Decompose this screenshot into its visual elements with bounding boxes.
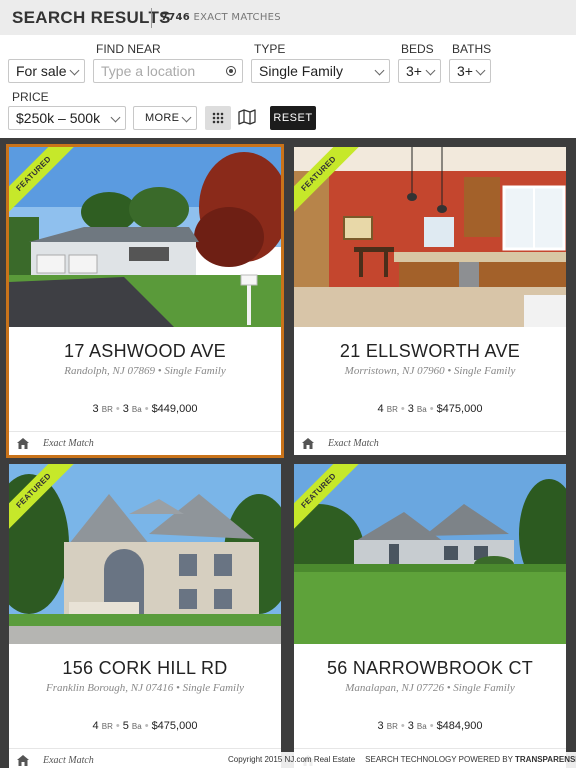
- listing-stats: 4 BR • 3 Ba • $475,000: [294, 403, 566, 415]
- beds-count: 4: [377, 403, 384, 415]
- listing-address: 21 ELLSWORTH AVE: [339, 341, 521, 361]
- listing-photo[interactable]: FEATURED: [294, 147, 566, 327]
- baths-unit: Ba: [131, 405, 142, 414]
- listing-card[interactable]: FEATURED 56 NARROWBROOK CT Manalapan, NJ…: [294, 464, 566, 768]
- beds-unit: BR: [386, 722, 398, 731]
- result-count: 7746 EXACT MATCHES: [161, 12, 281, 23]
- listing-card[interactable]: FEATURED 17 ASHWOOD AVE Randolph, NJ 078…: [9, 147, 281, 455]
- beds-count: 3: [377, 720, 384, 732]
- separator: •: [429, 720, 434, 732]
- baths-count: 3: [122, 403, 129, 415]
- beds-select[interactable]: 3+: [398, 59, 441, 83]
- listing-price: $475,000: [436, 403, 483, 415]
- footer-credits: Copyright 2015 NJ.com Real Estate SEARCH …: [224, 752, 576, 768]
- listing-price: $475,000: [151, 720, 198, 732]
- grid-view-button[interactable]: [205, 106, 231, 130]
- chevron-down-icon: [374, 65, 385, 76]
- find-near-label: FIND NEAR: [96, 42, 161, 56]
- map-icon: [238, 109, 256, 125]
- match-label: Exact Match: [43, 438, 94, 449]
- baths-value: 3+: [457, 63, 473, 79]
- map-view-button[interactable]: [238, 109, 256, 125]
- chevron-down-icon: [475, 65, 486, 76]
- powered-by-brand[interactable]: TRANSPARENSEE: [515, 755, 576, 764]
- results-grid: FEATURED 17 ASHWOOD AVE Randolph, NJ 078…: [0, 138, 576, 768]
- baths-unit: Ba: [131, 722, 142, 731]
- listing-photo[interactable]: FEATURED: [9, 464, 281, 644]
- more-label: MORE: [145, 112, 180, 124]
- beds-count: 3: [92, 403, 99, 415]
- separator: •: [144, 720, 149, 732]
- listing-type-value: For sale: [16, 63, 67, 79]
- listing-price: $484,900: [436, 720, 483, 732]
- separator: •: [115, 403, 120, 415]
- listing-stats: 4 BR • 5 Ba • $475,000: [9, 720, 281, 732]
- listing-location: Randolph, NJ 07869 • Single Family: [64, 365, 226, 377]
- separator: •: [144, 403, 149, 415]
- copyright-text: Copyright 2015 NJ.com Real Estate: [228, 755, 356, 764]
- chevron-down-icon: [181, 112, 192, 123]
- separator: •: [400, 720, 405, 732]
- powered-by-text: SEARCH TECHNOLOGY POWERED BY: [365, 755, 513, 764]
- baths-label: BATHS: [452, 42, 492, 56]
- listing-price: $449,000: [151, 403, 198, 415]
- baths-select[interactable]: 3+: [449, 59, 491, 83]
- listing-address: 56 NARROWBROOK CT: [326, 658, 534, 678]
- page-title: SEARCH RESULTS: [12, 8, 171, 27]
- baths-count: 3: [407, 720, 414, 732]
- chevron-down-icon: [69, 65, 80, 76]
- listing-card[interactable]: FEATURED 156 CORK HILL RD Franklin Borou…: [9, 464, 281, 768]
- listing-address: 17 ASHWOOD AVE: [64, 341, 226, 361]
- result-count-label: EXACT MATCHES: [193, 12, 281, 23]
- more-filters-button[interactable]: MORE: [133, 106, 197, 130]
- beds-count: 4: [92, 720, 99, 732]
- match-label: Exact Match: [328, 438, 379, 449]
- listing-photo[interactable]: FEATURED: [9, 147, 281, 327]
- find-near-input[interactable]: Type a location: [93, 59, 243, 83]
- type-label: TYPE: [254, 42, 286, 56]
- separator: •: [115, 720, 120, 732]
- chevron-down-icon: [110, 112, 121, 123]
- listing-location: Franklin Borough, NJ 07416 • Single Fami…: [45, 682, 245, 694]
- type-value: Single Family: [259, 63, 344, 79]
- header-divider: [151, 8, 152, 28]
- listing-stats: 3 BR • 3 Ba • $484,900: [294, 720, 566, 732]
- listing-address: 156 CORK HILL RD: [62, 658, 228, 678]
- listing-location: Morristown, NJ 07960 • Single Family: [344, 365, 516, 377]
- beds-unit: BR: [386, 405, 398, 414]
- match-label: Exact Match: [43, 755, 94, 766]
- reset-button[interactable]: RESET: [270, 106, 316, 130]
- listing-footer: Exact Match: [9, 431, 281, 455]
- price-label: PRICE: [12, 90, 49, 104]
- baths-unit: Ba: [416, 405, 427, 414]
- separator: •: [400, 403, 405, 415]
- listing-location: Manalapan, NJ 07726 • Single Family: [345, 682, 515, 694]
- baths-count: 5: [122, 720, 129, 732]
- grid-icon: [212, 112, 224, 124]
- baths-unit: Ba: [416, 722, 427, 731]
- listing-footer: Exact Match: [294, 431, 566, 455]
- baths-count: 3: [407, 403, 414, 415]
- chevron-down-icon: [425, 65, 436, 76]
- listing-type-select[interactable]: For sale: [8, 59, 85, 83]
- home-icon: [17, 755, 29, 766]
- home-icon: [17, 438, 29, 449]
- type-select[interactable]: Single Family: [251, 59, 390, 83]
- beds-label: BEDS: [401, 42, 434, 56]
- listing-stats: 3 BR • 3 Ba • $449,000: [9, 403, 281, 415]
- separator: •: [429, 403, 434, 415]
- price-select[interactable]: $250k – 500k: [8, 106, 126, 130]
- beds-unit: BR: [101, 722, 113, 731]
- result-count-number: 7746: [161, 12, 191, 23]
- listing-photo[interactable]: FEATURED: [294, 464, 566, 644]
- price-value: $250k – 500k: [16, 110, 101, 126]
- find-near-placeholder: Type a location: [101, 63, 196, 79]
- beds-value: 3+: [406, 63, 422, 79]
- beds-unit: BR: [101, 405, 113, 414]
- listing-card[interactable]: FEATURED 21 ELLSWORTH AVE Morristown, NJ…: [294, 147, 566, 455]
- locate-me-icon[interactable]: [226, 66, 236, 76]
- home-icon: [302, 438, 314, 449]
- header-bar: SEARCH RESULTS 7746 EXACT MATCHES: [0, 0, 576, 35]
